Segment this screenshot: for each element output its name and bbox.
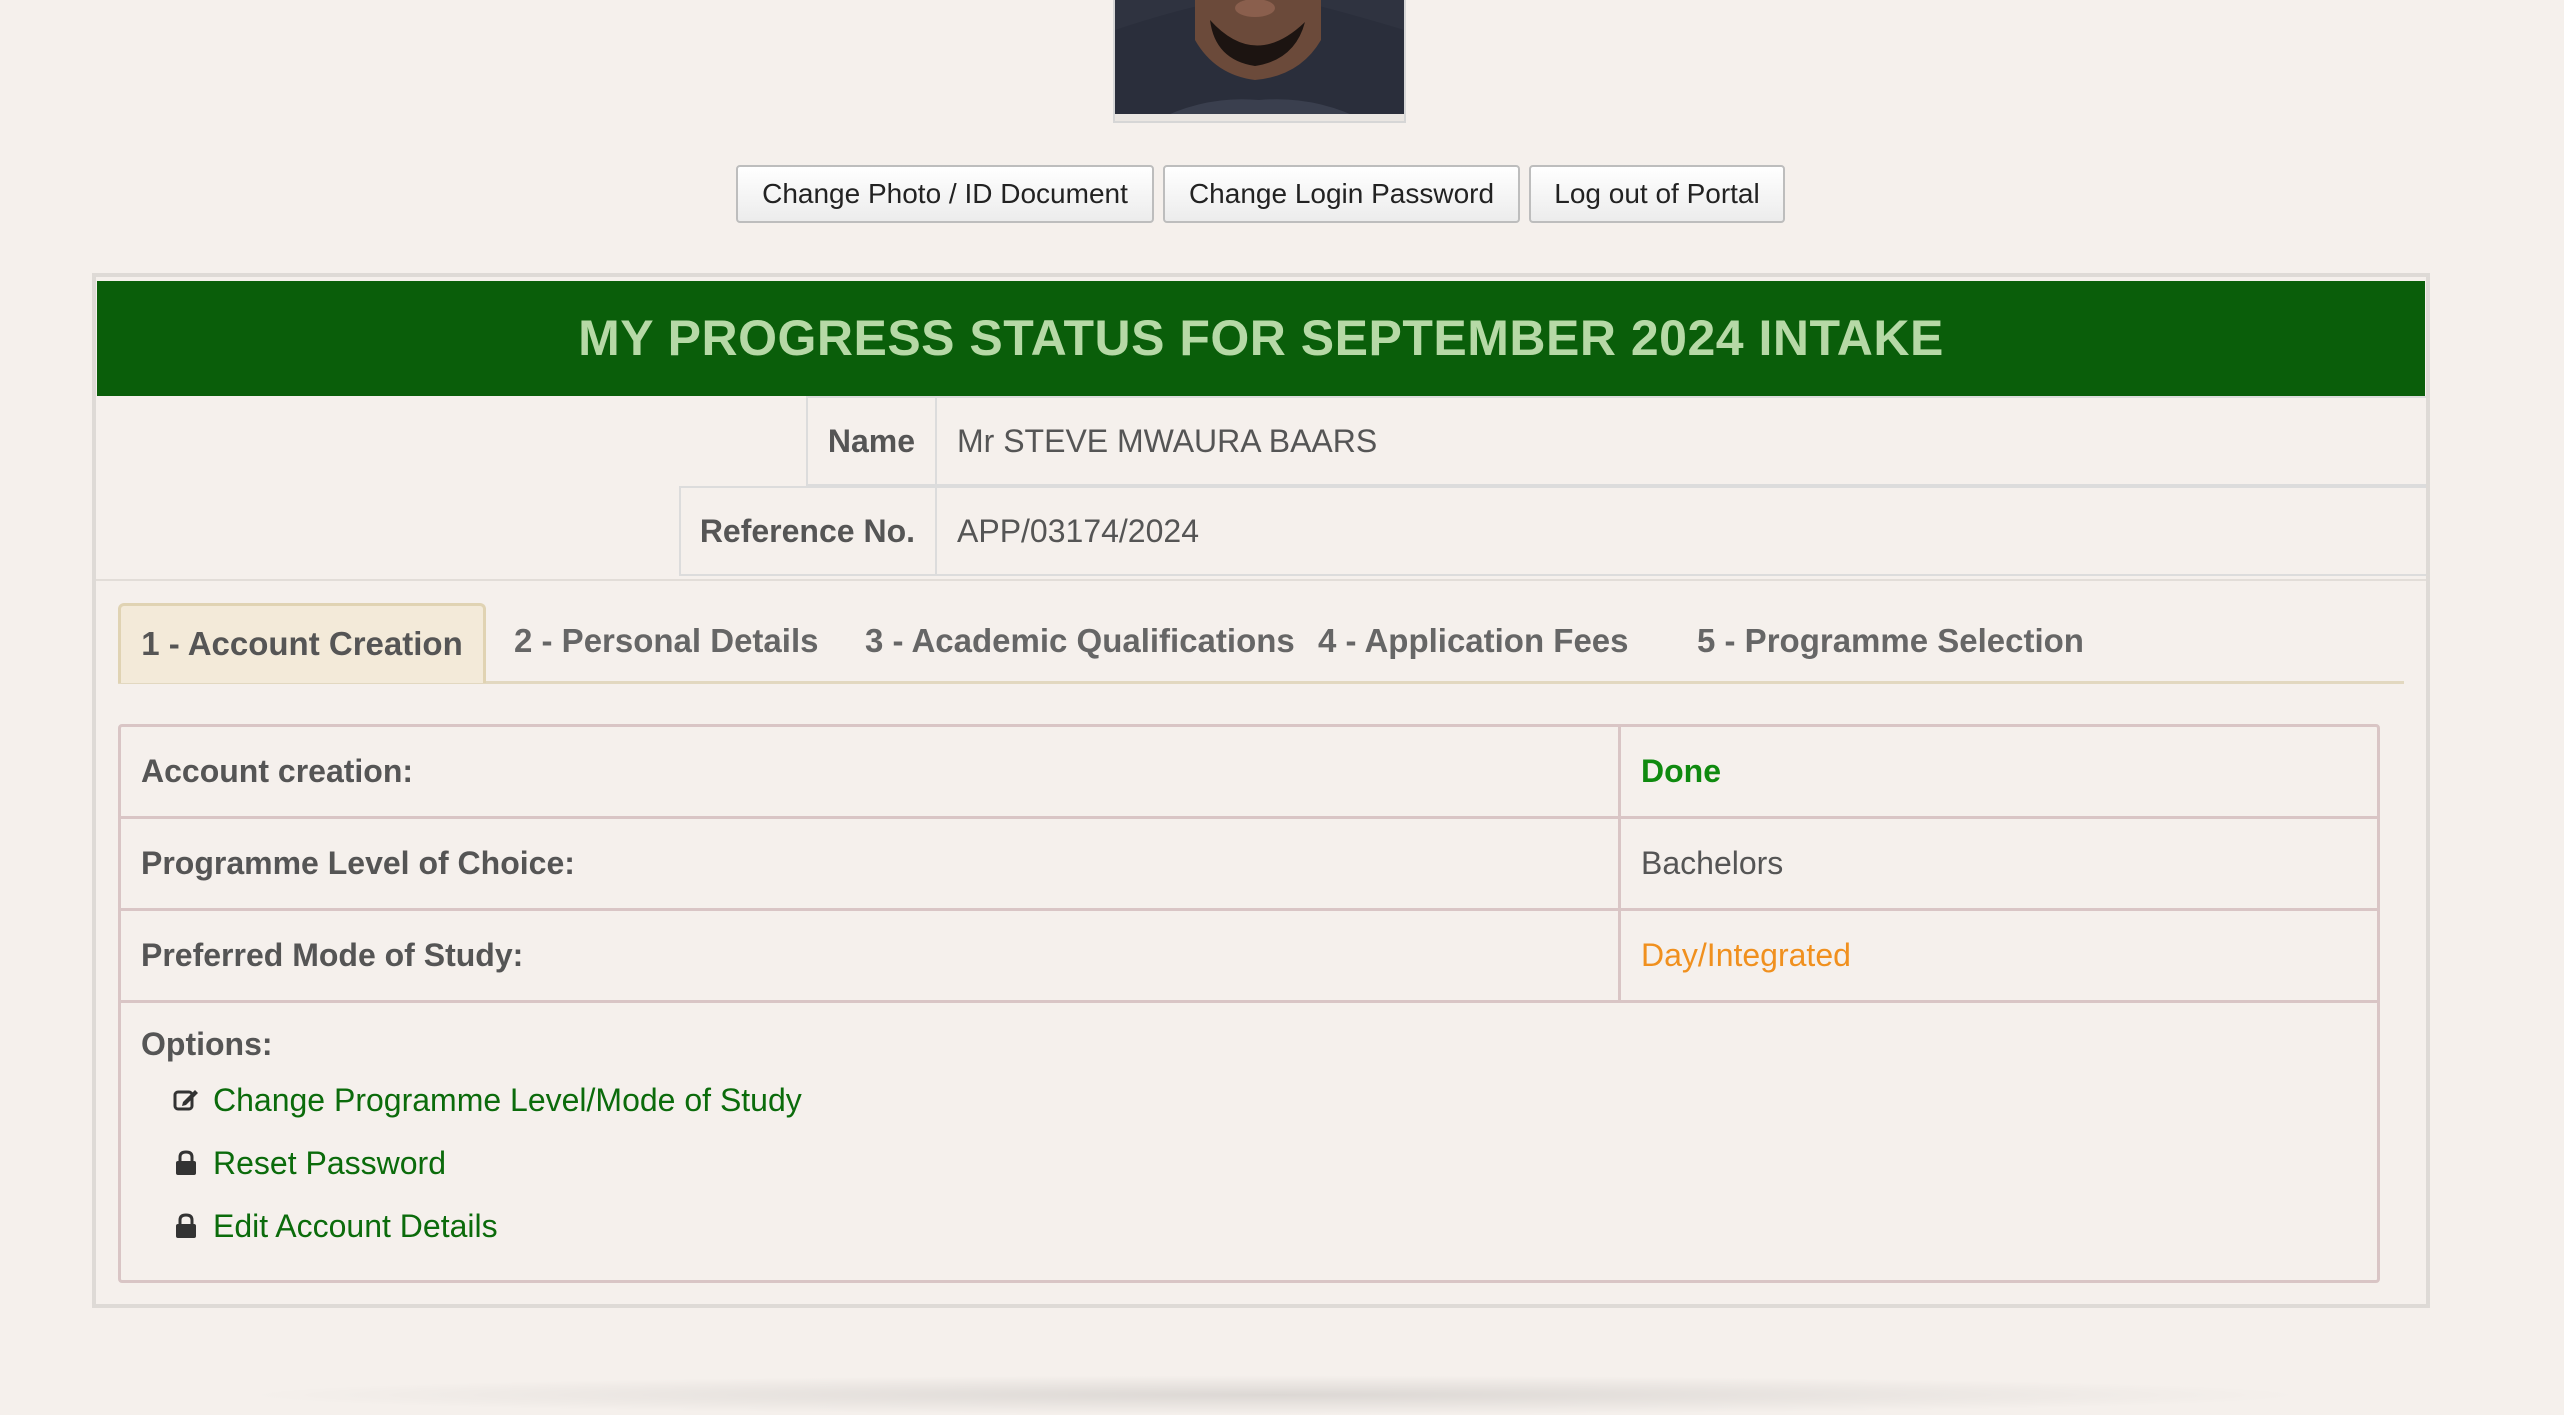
divider	[96, 579, 2426, 581]
footer-shadow	[230, 1375, 2320, 1415]
option-label: Edit Account Details	[213, 1208, 498, 1244]
name-value: Mr STEVE MWAURA BAARS	[937, 396, 2426, 486]
logout-button[interactable]: Log out of Portal	[1529, 165, 1785, 223]
account-actions: Change Photo / ID Document Change Login …	[0, 165, 2564, 223]
account-creation-status: Done	[1641, 753, 1721, 789]
change-password-button[interactable]: Change Login Password	[1163, 165, 1520, 223]
option-label: Reset Password	[213, 1145, 446, 1181]
mode-of-study-label: Preferred Mode of Study:	[121, 911, 1621, 1000]
change-programme-link[interactable]: Change Programme Level/Mode of Study	[173, 1078, 802, 1122]
mode-of-study-value: Day/Integrated	[1641, 937, 1851, 973]
programme-level-value: Bachelors	[1641, 845, 1784, 881]
change-photo-button[interactable]: Change Photo / ID Document	[736, 165, 1154, 223]
tab-programme-selection[interactable]: 5 - Programme Selection	[1697, 603, 2084, 681]
tab-account-creation[interactable]: 1 - Account Creation	[118, 603, 486, 683]
progress-panel: MY PROGRESS STATUS FOR SEPTEMBER 2024 IN…	[92, 273, 2430, 1308]
lock-icon	[176, 1213, 196, 1238]
table-row: Account creation: Done	[121, 727, 2377, 819]
edit-account-link[interactable]: Edit Account Details	[173, 1204, 498, 1248]
reset-password-link[interactable]: Reset Password	[173, 1141, 446, 1185]
lock-icon	[176, 1150, 196, 1175]
programme-level-label: Programme Level of Choice:	[121, 819, 1621, 908]
reference-value: APP/03174/2024	[937, 486, 2426, 576]
edit-icon	[173, 1090, 198, 1111]
option-label: Change Programme Level/Mode of Study	[213, 1082, 802, 1118]
tab-academic-qualifications[interactable]: 3 - Academic Qualifications	[865, 603, 1295, 681]
tab-application-fees[interactable]: 4 - Application Fees	[1318, 603, 1629, 681]
options-title: Options:	[141, 1026, 273, 1062]
account-creation-label: Account creation:	[121, 727, 1621, 816]
progress-tabs: 1 - Account Creation 2 - Personal Detail…	[118, 603, 2404, 684]
account-creation-details: Account creation: Done Programme Level o…	[118, 724, 2380, 1283]
reference-label: Reference No.	[679, 486, 937, 576]
applicant-photo	[1113, 0, 1406, 123]
tab-personal-details[interactable]: 2 - Personal Details	[514, 603, 818, 681]
panel-title: MY PROGRESS STATUS FOR SEPTEMBER 2024 IN…	[97, 281, 2425, 396]
table-row: Preferred Mode of Study: Day/Integrated	[121, 911, 2377, 1003]
name-label: Name	[806, 396, 937, 486]
table-row: Programme Level of Choice: Bachelors	[121, 819, 2377, 911]
